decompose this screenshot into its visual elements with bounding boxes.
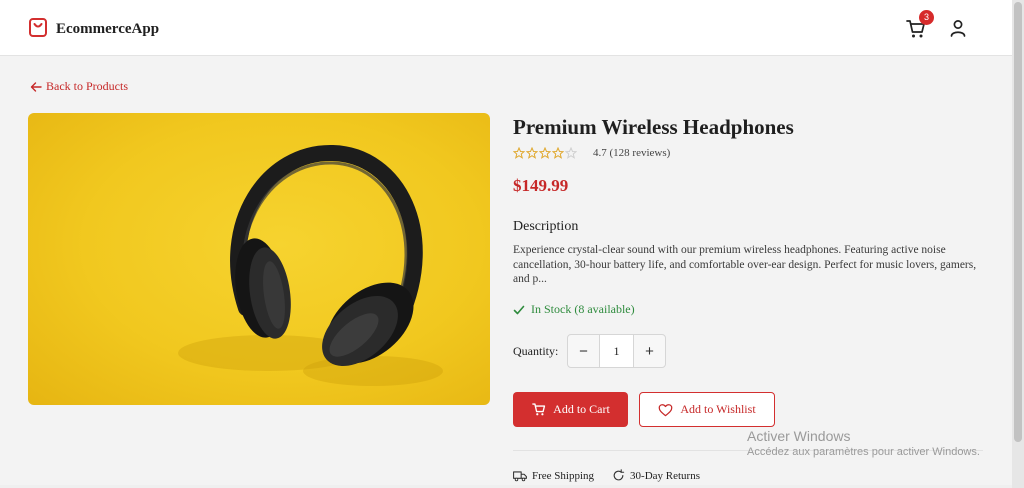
product-image (28, 113, 490, 405)
arrow-left-icon (30, 81, 42, 92)
brand-name: EcommerceApp (56, 21, 160, 37)
product-price: $149.99 (513, 176, 569, 195)
star-icon (552, 147, 564, 159)
add-to-cart-button[interactable]: Add to Cart (513, 392, 628, 427)
description-text: Experience crystal-clear sound with our … (513, 244, 977, 285)
quantity-stepper: − + (567, 334, 666, 368)
product-rating: 4.7 (128 reviews) (513, 147, 670, 159)
increment-button[interactable]: + (634, 335, 665, 367)
stock-status: In Stock (8 available) (513, 302, 635, 317)
watermark-subtitle: Accédez aux paramètres pour activer Wind… (747, 446, 980, 458)
product-page: EcommerceApp 3 Back to Products Premium … (0, 0, 1012, 488)
product-title: Premium Wireless Headphones (513, 115, 794, 139)
add-to-wishlist-button[interactable]: Add to Wishlist (639, 392, 775, 427)
description-heading: Description (513, 219, 579, 234)
returns-label: 30-Day Returns (630, 469, 700, 482)
account-button[interactable] (948, 18, 968, 38)
star-icon (513, 147, 525, 159)
back-to-products-link[interactable]: Back to Products (30, 79, 128, 94)
decrement-button[interactable]: − (568, 335, 599, 367)
refresh-icon (613, 469, 625, 481)
stock-text: In Stock (8 available) (531, 302, 635, 316)
headphones-image (178, 144, 443, 386)
quantity-label: Quantity: (513, 344, 559, 358)
truck-icon (513, 470, 527, 481)
free-shipping-label: Free Shipping (532, 469, 595, 482)
add-to-wishlist-label: Add to Wishlist (680, 402, 756, 416)
cart-icon (532, 403, 546, 416)
scrollbar-thumb[interactable] (1014, 2, 1022, 442)
windows-activation-watermark: Activer Windows Accédez aux paramètres p… (747, 428, 980, 458)
quantity-input[interactable] (599, 335, 634, 367)
top-navbar: EcommerceApp 3 (0, 0, 1012, 56)
feature-free-shipping: Free Shipping (513, 469, 594, 482)
cart-count-badge: 3 (919, 10, 934, 25)
star-rating (513, 147, 577, 159)
brand[interactable]: EcommerceApp (28, 16, 159, 43)
heart-icon (658, 403, 673, 416)
add-to-cart-label: Add to Cart (553, 402, 610, 416)
shopping-bag-icon (28, 16, 48, 43)
feature-returns: 30-Day Returns (612, 469, 700, 482)
star-half-icon (565, 147, 577, 159)
product-features: Free Shipping 30-Day Returns (513, 469, 700, 482)
rating-text: 4.7 (128 reviews) (593, 147, 671, 159)
check-icon (513, 305, 525, 314)
star-icon (526, 147, 538, 159)
watermark-title: Activer Windows (747, 428, 851, 444)
vertical-scrollbar[interactable] (1012, 0, 1024, 488)
user-icon (950, 20, 966, 37)
back-link-label: Back to Products (46, 79, 128, 93)
star-icon (539, 147, 551, 159)
